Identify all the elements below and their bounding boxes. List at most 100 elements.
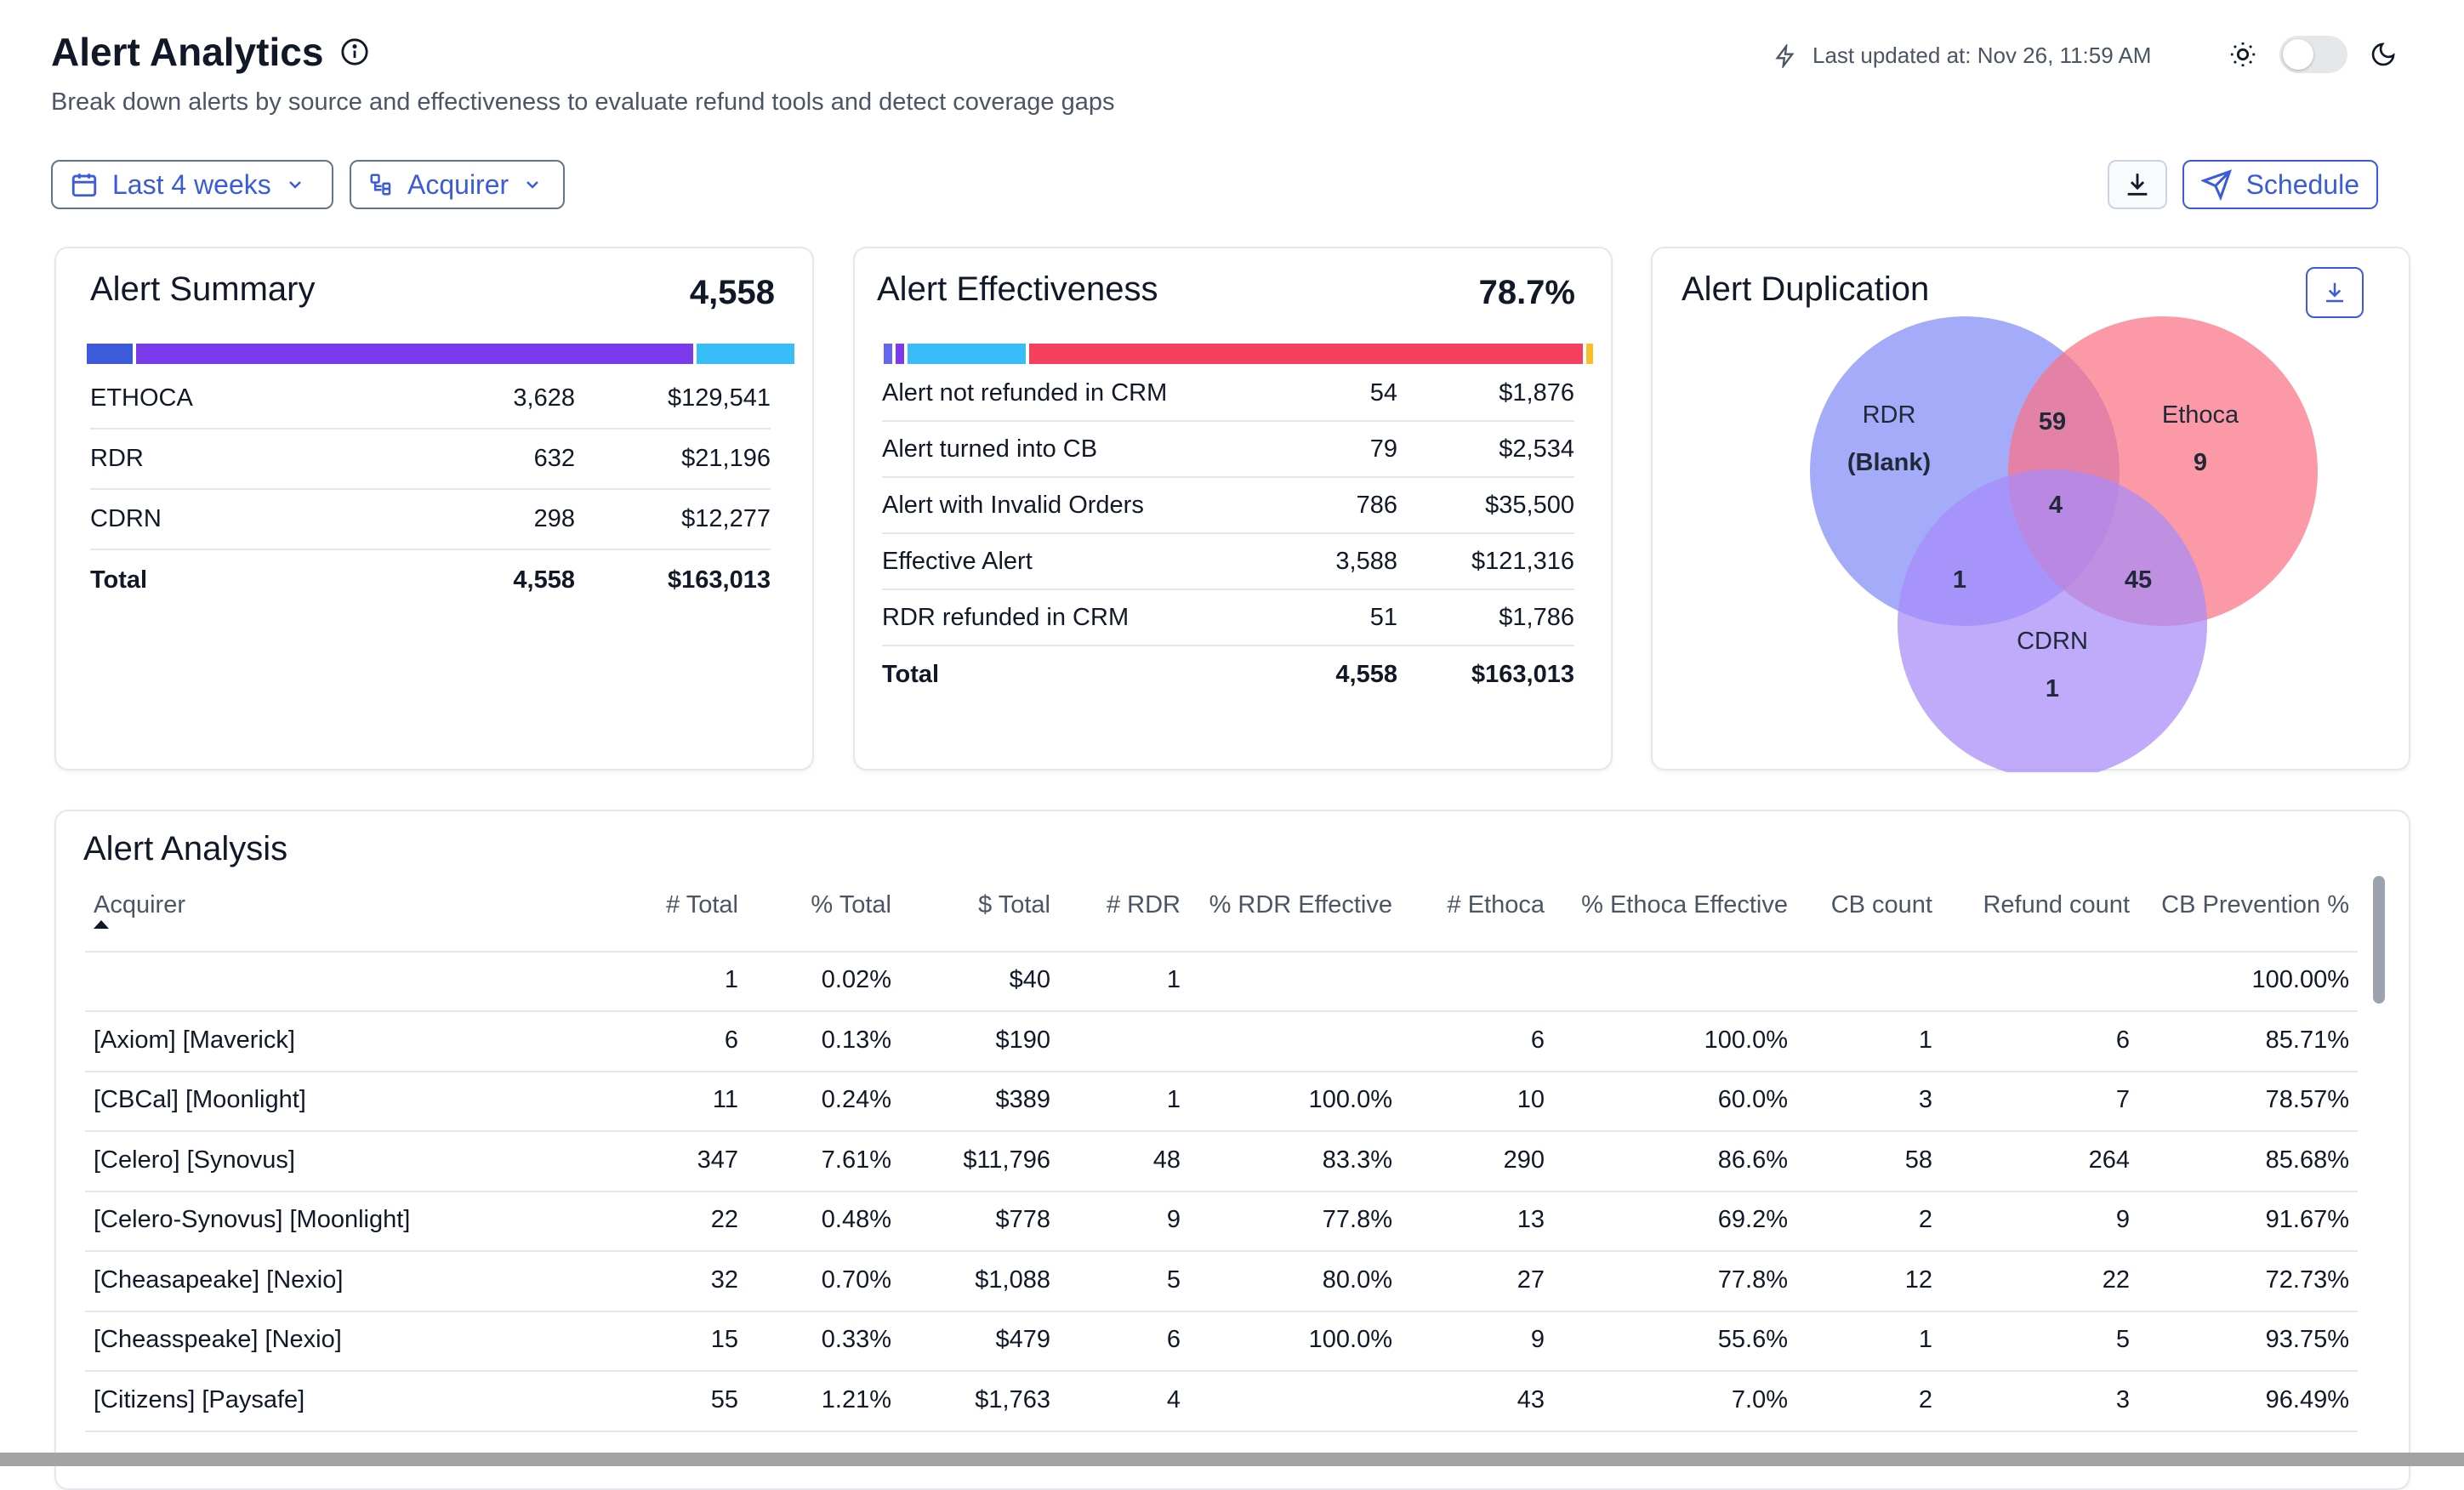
table-cell: [CBCal] [Moonlight]	[94, 1086, 306, 1113]
table-cell: 77.8%	[1717, 1265, 1788, 1294]
table-cell: 100.0%	[1308, 1086, 1392, 1113]
row-amount: $163,013	[668, 566, 771, 594]
list-item: RDR 632 $21,196	[90, 429, 771, 490]
table-cell: 6	[724, 1026, 738, 1054]
table-cell: 60.0%	[1717, 1086, 1788, 1113]
bar-segment	[87, 344, 133, 364]
table-cell: [Celero] [Synovus]	[94, 1146, 295, 1174]
alert-effectiveness-card: Alert Effectiveness 78.7% Alert not refu…	[853, 247, 1613, 771]
list-item: RDR refunded in CRM 51 $1,786	[882, 590, 1574, 646]
row-count: 51	[1369, 603, 1397, 631]
page-horizontal-scrollbar[interactable]	[0, 1453, 2464, 1466]
list-item: Effective Alert 3,588 $121,316	[882, 534, 1574, 590]
venn-cdrn-label: CDRN	[2017, 628, 2088, 655]
alert-analysis-header: Acquirer # Total % Total $ Total # RDR %…	[85, 884, 2358, 953]
sort-asc-icon[interactable]	[92, 918, 111, 930]
col-rdr-count[interactable]: # RDR	[1107, 891, 1181, 919]
list-item: Alert turned into CB 79 $2,534	[882, 422, 1574, 478]
theme-toggle[interactable]	[2279, 36, 2347, 73]
table-cell: 69.2%	[1717, 1206, 1788, 1233]
table-cell: $778	[995, 1206, 1050, 1233]
alert-effectiveness-bar	[884, 344, 1593, 364]
bar-segment	[1028, 344, 1583, 364]
table-cell: 0.48%	[821, 1206, 891, 1233]
table-vertical-scrollbar[interactable]	[2373, 876, 2385, 1004]
col-ethoca-count[interactable]: # Ethoca	[1448, 891, 1545, 919]
table-cell: 100.0%	[1308, 1326, 1392, 1353]
list-item: Total 4,558 $163,013	[882, 646, 1574, 702]
list-item: CDRN 298 $12,277	[90, 490, 771, 550]
row-label: Alert not refunded in CRM	[882, 378, 1168, 407]
info-icon[interactable]	[340, 37, 369, 66]
table-row[interactable]: [Citizens] [Paysafe] 55 1.21% $1,763 4 43 7.0%…	[85, 1371, 2358, 1432]
row-count: 79	[1369, 435, 1397, 463]
col-total-count[interactable]: # Total	[666, 891, 738, 919]
table-cell: 0.33%	[821, 1326, 891, 1353]
col-cb-count[interactable]: CB count	[1831, 891, 1932, 919]
list-item: Alert not refunded in CRM 54 $1,876	[882, 366, 1574, 422]
table-cell: 0.02%	[821, 966, 891, 993]
alert-summary-title: Alert Summary	[90, 270, 316, 308]
table-cell: 83.3%	[1322, 1146, 1392, 1174]
table-cell: 1	[1166, 1086, 1181, 1113]
venn-cdrn-value: 1	[2045, 675, 2060, 702]
col-ethoca-effective[interactable]: % Ethoca Effective	[1581, 891, 1788, 919]
row-amount: $35,500	[1485, 491, 1574, 519]
date-range-label: Last 4 weeks	[112, 168, 271, 200]
table-cell: 4	[1166, 1385, 1181, 1413]
table-cell: 96.49%	[2265, 1385, 2349, 1413]
col-total-percent[interactable]: % Total	[811, 891, 891, 919]
date-range-dropdown[interactable]: Last 4 weeks	[51, 160, 333, 209]
table-cell: 100.0%	[1704, 1026, 1788, 1054]
row-count: 3,588	[1335, 547, 1397, 575]
schedule-button[interactable]: Schedule	[2182, 160, 2378, 209]
table-cell: 13	[1517, 1206, 1545, 1233]
table-row[interactable]: [CBCal] [Moonlight] 11 0.24% $389 1 100.0% 10 6…	[85, 1071, 2358, 1132]
chevron-down-icon	[288, 181, 301, 189]
table-cell: 1	[724, 966, 738, 993]
table-row[interactable]: [Celero-Synovus] [Moonlight] 22 0.48% $778 9…	[85, 1191, 2358, 1252]
page-title-text: Alert Analytics	[51, 30, 324, 74]
alert-effectiveness-total: 78.7%	[1478, 274, 1575, 311]
table-row[interactable]: [Celero] [Synovus] 347 7.61% $11,796 48 83.3%…	[85, 1131, 2358, 1192]
row-amount: $2,534	[1499, 435, 1574, 463]
table-cell: 86.6%	[1717, 1146, 1788, 1174]
table-cell: $40	[1009, 966, 1050, 993]
table-cell: 5	[2115, 1326, 2130, 1353]
col-total-amount[interactable]: $ Total	[978, 891, 1050, 919]
table-row[interactable]: [Axiom] [Maverick] 6 0.13% $190 6 100.0% 1 6 85.…	[85, 1011, 2358, 1072]
alert-analysis-title: Alert Analysis	[83, 830, 288, 867]
group-by-dropdown[interactable]: Acquirer	[350, 160, 565, 209]
row-count: 3,628	[513, 384, 575, 412]
table-row[interactable]: 1 0.02% $40 1 100.00%	[85, 951, 2358, 1012]
table-cell: $479	[995, 1326, 1050, 1353]
row-count: 298	[533, 505, 575, 532]
table-cell: 58	[1904, 1146, 1932, 1174]
alert-duplication-card: Alert Duplication RDR (Blank) Ethoca 9 C…	[1651, 247, 2410, 772]
bar-segment	[907, 344, 1026, 364]
table-cell: $1,088	[975, 1265, 1050, 1294]
row-label: Alert turned into CB	[882, 435, 1098, 463]
table-row[interactable]: [Cheasspeake] [Nexio] 15 0.33% $479 6 100.0% 9…	[85, 1311, 2358, 1372]
venn-all-value: 4	[2048, 492, 2063, 519]
table-cell: 1	[1166, 966, 1181, 993]
col-acquirer[interactable]: Acquirer	[94, 891, 185, 919]
table-cell: 9	[1166, 1206, 1181, 1233]
moon-icon	[2371, 43, 2395, 66]
col-rdr-effective[interactable]: % RDR Effective	[1209, 891, 1392, 919]
col-refund-count[interactable]: Refund count	[1983, 891, 2130, 919]
row-label: Effective Alert	[882, 547, 1033, 575]
table-cell: 290	[1503, 1146, 1545, 1174]
theme-switcher	[2228, 36, 2397, 73]
table-cell: 11	[712, 1086, 738, 1113]
download-button[interactable]	[2108, 160, 2167, 209]
toggle-knob	[2283, 39, 2313, 70]
table-row[interactable]: [Cheasapeake] [Nexio] 32 0.70% $1,088 5 80.0%…	[85, 1251, 2358, 1312]
table-cell: 347	[697, 1146, 738, 1174]
table-cell: 2	[1918, 1385, 1932, 1413]
col-cb-prevention[interactable]: CB Prevention %	[2161, 891, 2349, 919]
row-count: 54	[1369, 378, 1397, 407]
list-item: ETHOCA 3,628 $129,541	[90, 369, 771, 429]
alert-summary-card: Alert Summary 4,558 ETHOCA 3,628 $129,541 R…	[54, 247, 814, 771]
table-cell: 3	[1918, 1086, 1932, 1113]
